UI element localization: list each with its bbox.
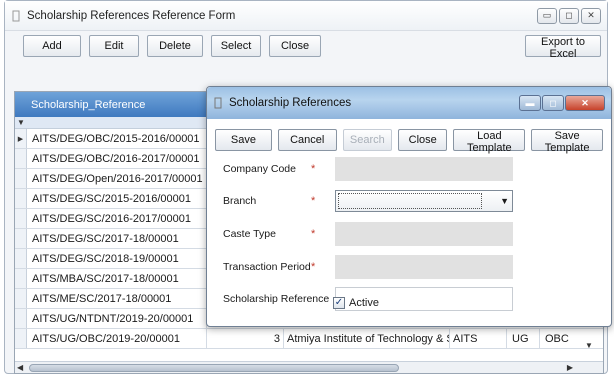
load-template-button[interactable]: Load Template (453, 129, 526, 154)
transaction-period-row: Transaction Period * (223, 255, 513, 279)
branch-select[interactable]: ▼ (335, 190, 513, 212)
cell-scholarship-reference: AITS/DEG/SC/2015-2016/00001 (27, 189, 207, 208)
caste-type-field[interactable] (335, 222, 513, 246)
cell-scholarship-reference: AITS/UG/OBC/2019-20/00001 (27, 329, 207, 348)
dialog-title: Scholarship References (229, 97, 352, 109)
transaction-period-label: Transaction Period (223, 261, 311, 273)
horizontal-scrollbar[interactable]: ◀ ▶ (15, 361, 603, 373)
column-header-scholarship-reference[interactable]: Scholarship_Reference (15, 99, 145, 111)
form-icon (12, 10, 20, 21)
main-window-title: Scholarship References Reference Form (27, 9, 236, 22)
main-toolbar: Add Edit Delete Select Close Export to E… (23, 35, 601, 60)
cell-scholarship-reference: AITS/DEG/SC/2016-2017/00001 (27, 209, 207, 228)
cell-scholarship-reference: AITS/DEG/SC/2018-19/00001 (27, 249, 207, 268)
dialog-maximize-button[interactable]: ◻ (542, 95, 564, 111)
required-marker: * (311, 163, 316, 175)
chevron-down-icon: ▼ (500, 196, 509, 206)
maximize-icon: ◻ (565, 10, 573, 20)
minimize-icon: ▬ (525, 98, 535, 108)
maximize-button[interactable]: ◻ (559, 7, 579, 24)
main-titlebar: Scholarship References Reference Form ▭ … (5, 1, 607, 31)
close-icon: ✕ (587, 10, 595, 20)
cell-scholarship-reference: AITS/DEG/OBC/2015-2016/00001 (27, 129, 207, 148)
close-icon: ✕ (581, 97, 589, 108)
cancel-button[interactable]: Cancel (277, 129, 337, 151)
cell-scholarship-reference: AITS/UG/NTDNT/2019-20/00001 (27, 309, 207, 328)
cell-scholarship-reference: AITS/ME/SC/2017-18/00001 (27, 289, 207, 308)
minimize-icon: ▭ (542, 10, 552, 20)
required-marker: * (311, 195, 316, 207)
cell-number: 3 (207, 329, 284, 348)
close-button[interactable]: Close (269, 35, 321, 57)
scholarship-references-dialog: Scholarship References ▬ ◻ ✕ Save Cancel… (206, 86, 612, 327)
current-row-icon: ▶ (15, 129, 27, 148)
close-window-button[interactable]: ✕ (581, 7, 601, 24)
cell-scholarship-reference: AITS/DEG/Open/2016-2017/00001 (27, 169, 207, 188)
dialog-close-button[interactable]: ✕ (565, 95, 605, 111)
save-template-button[interactable]: Save Template (531, 129, 604, 154)
scholarship-reference-label: Scholarship Reference (223, 293, 330, 305)
required-marker: * (311, 228, 316, 240)
maximize-icon: ◻ (549, 97, 557, 108)
dialog-titlebar: Scholarship References ▬ ◻ ✕ (207, 87, 611, 119)
company-code-row: Company Code * (223, 157, 513, 181)
delete-button[interactable]: Delete (147, 35, 203, 57)
scroll-right-icon[interactable]: ▶ (567, 363, 573, 372)
cell-scholarship-reference: AITS/DEG/SC/2017-18/00001 (27, 229, 207, 248)
dialog-close-action-button[interactable]: Close (398, 129, 448, 151)
form-icon (214, 97, 222, 109)
active-checkbox[interactable]: ✓ (333, 297, 345, 309)
branch-row: Branch * ▼ (223, 189, 513, 213)
search-button[interactable]: Search (342, 129, 393, 151)
scroll-left-icon[interactable]: ◀ (17, 363, 23, 372)
scrollbar-thumb[interactable] (29, 364, 399, 372)
caste-type-row: Caste Type * (223, 222, 513, 246)
required-marker: * (311, 261, 316, 273)
dialog-minimize-button[interactable]: ▬ (519, 95, 541, 111)
caste-type-label: Caste Type (223, 228, 276, 240)
branch-label: Branch (223, 195, 257, 207)
add-button[interactable]: Add (23, 35, 81, 57)
cell-branch: UG (507, 329, 540, 348)
minimize-button[interactable]: ▭ (537, 7, 557, 24)
cell-scholarship-reference: AITS/MBA/SC/2017-18/00001 (27, 269, 207, 288)
save-button[interactable]: Save (215, 129, 272, 151)
select-button[interactable]: Select (211, 35, 261, 57)
active-row: ✓ Active (333, 297, 379, 309)
export-to-excel-button[interactable]: Export to Excel (525, 35, 601, 60)
edit-button[interactable]: Edit (89, 35, 139, 57)
company-code-field[interactable] (335, 157, 513, 181)
cell-scholarship-reference: AITS/DEG/OBC/2016-2017/00001 (27, 149, 207, 168)
cell-institute: Atmiya Institute of Technology & Science (284, 329, 450, 348)
dialog-toolbar: Save Cancel Search Close Load Template S… (215, 129, 604, 154)
scroll-down-icon[interactable]: ▼ (582, 341, 596, 361)
active-label: Active (349, 297, 379, 309)
filter-icon[interactable]: ▼ (15, 117, 27, 128)
company-code-label: Company Code (223, 163, 296, 175)
cell-company-code: AITS (450, 329, 507, 348)
table-row[interactable]: AITS/UG/OBC/2019-20/00001 3 Atmiya Insti… (15, 329, 603, 349)
transaction-period-field[interactable] (335, 255, 513, 279)
cell-caste-type: OBC (545, 332, 569, 345)
